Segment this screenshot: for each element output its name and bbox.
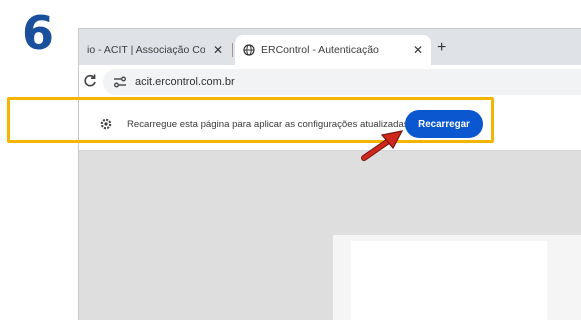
tab-acit[interactable]: io - ACIT | Associação Come ✕ xyxy=(79,35,231,65)
close-icon[interactable]: ✕ xyxy=(413,43,423,57)
tab-ercontrol[interactable]: ERControl - Autenticação ✕ xyxy=(235,35,431,65)
browser-window: io - ACIT | Associação Come ✕ ERControl … xyxy=(78,28,581,320)
tab-separator xyxy=(232,43,233,57)
browser-toolbar: acit.ercontrol.com.br xyxy=(79,65,581,99)
close-icon[interactable]: ✕ xyxy=(213,43,223,57)
page-content-panel xyxy=(333,235,581,320)
tab-title: ERControl - Autenticação xyxy=(261,44,379,56)
tab-strip: io - ACIT | Associação Come ✕ ERControl … xyxy=(79,29,581,65)
new-tab-button[interactable]: + xyxy=(437,40,446,56)
reload-icon[interactable] xyxy=(83,73,97,89)
screenshot-stage: 6 io - ACIT | Associação Come ✕ ERContro… xyxy=(0,0,581,320)
step-number: 6 xyxy=(22,6,55,60)
url-text[interactable]: acit.ercontrol.com.br xyxy=(135,74,235,90)
site-info-icon[interactable] xyxy=(113,75,127,89)
globe-icon xyxy=(243,44,255,56)
highlight-frame xyxy=(7,97,494,143)
page-content-card xyxy=(351,241,547,320)
pointer-arrow-icon xyxy=(361,130,404,161)
tab-title: io - ACIT | Associação Come xyxy=(87,44,205,56)
